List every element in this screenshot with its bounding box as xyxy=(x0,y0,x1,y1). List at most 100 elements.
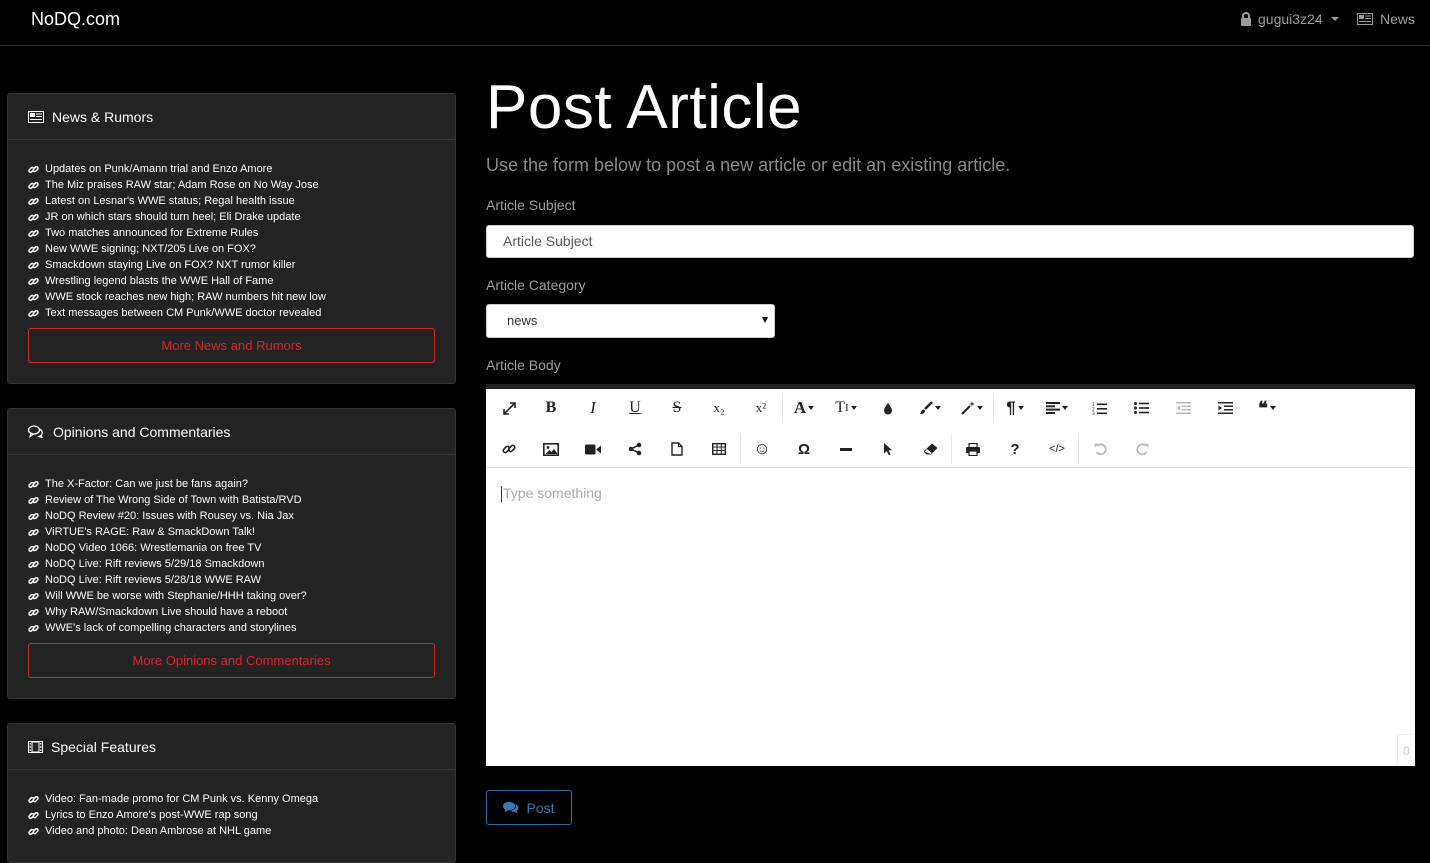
code-view-button[interactable]: </> xyxy=(1036,430,1078,468)
article-link[interactable]: NoDQ Video 1066: Wrestlemania on free TV xyxy=(45,540,261,556)
list-item[interactable]: WWE stock reaches new high; RAW numbers … xyxy=(28,289,326,305)
list-item[interactable]: Video: Fan-made promo for CM Punk vs. Ke… xyxy=(28,791,318,807)
article-category-select[interactable]: news xyxy=(486,304,775,338)
print-button[interactable] xyxy=(952,430,994,468)
fullscreen-button[interactable] xyxy=(488,389,530,427)
post-button[interactable]: Post xyxy=(486,790,572,825)
article-link[interactable]: Two matches announced for Extreme Rules xyxy=(45,225,258,241)
editor-content-area[interactable]: Type something xyxy=(501,485,602,503)
clear-formatting-button[interactable] xyxy=(909,430,951,468)
superscript-button[interactable]: x² xyxy=(740,389,782,427)
more-opinions-button[interactable]: More Opinions and Commentaries xyxy=(28,643,435,678)
list-item[interactable]: The Miz praises RAW star; Adam Rose on N… xyxy=(28,177,326,193)
list-item[interactable]: Video and photo: Dean Ambrose at NHL gam… xyxy=(28,823,318,839)
list-item[interactable]: Text messages between CM Punk/WWE doctor… xyxy=(28,305,326,321)
magic-style-button[interactable] xyxy=(951,389,993,427)
insert-image-button[interactable] xyxy=(530,430,572,468)
article-link[interactable]: NoDQ Live: Rift reviews 5/29/18 Smackdow… xyxy=(45,556,264,572)
subject-label: Article Subject xyxy=(486,197,576,213)
font-family-button[interactable]: A xyxy=(783,389,825,427)
help-button[interactable]: ? xyxy=(994,430,1036,468)
bold-button[interactable]: B xyxy=(530,389,572,427)
article-link[interactable]: Will WWE be worse with Stephanie/HHH tak… xyxy=(45,588,307,604)
article-link[interactable]: NoDQ Review #20: Issues with Rousey vs. … xyxy=(45,508,294,524)
insert-link-button[interactable] xyxy=(488,430,530,468)
user-menu[interactable]: gugui3z24 xyxy=(1240,11,1339,27)
article-link[interactable]: The Miz praises RAW star; Adam Rose on N… xyxy=(45,177,319,193)
list-item[interactable]: Two matches announced for Extreme Rules xyxy=(28,225,326,241)
strikethrough-button[interactable]: S xyxy=(656,389,698,427)
dropdown-arrow-icon xyxy=(762,317,768,323)
special-characters-button[interactable]: Ω xyxy=(783,430,825,468)
link-icon xyxy=(28,811,39,819)
article-link[interactable]: JR on which stars should turn heel; Eli … xyxy=(45,209,301,225)
font-size-button[interactable]: TI xyxy=(825,389,867,427)
article-link[interactable]: Wrestling legend blasts the WWE Hall of … xyxy=(45,273,273,289)
list-item[interactable]: Review of The Wrong Side of Town with Ba… xyxy=(28,492,307,508)
insert-file-button[interactable] xyxy=(656,430,698,468)
indent-icon xyxy=(1217,402,1233,414)
background-color-button[interactable] xyxy=(909,389,951,427)
editor-toolbar: B I U S x₂ x² A TI ¶ 1 2 3 ❝ ☺ Ω ? </> xyxy=(486,389,1415,468)
dropdown-caret-icon xyxy=(1017,406,1024,410)
emoticons-button[interactable]: ☺ xyxy=(741,430,783,468)
list-item[interactable]: NoDQ Review #20: Issues with Rousey vs. … xyxy=(28,508,307,524)
quote-button[interactable]: ❝ xyxy=(1246,389,1288,427)
insert-video-button[interactable] xyxy=(572,430,614,468)
article-link[interactable]: WWE's lack of compelling characters and … xyxy=(45,620,297,636)
unordered-list-button[interactable] xyxy=(1120,389,1162,427)
article-link[interactable]: Video and photo: Dean Ambrose at NHL gam… xyxy=(45,823,271,839)
list-item[interactable]: New WWE signing; NXT/205 Live on FOX? xyxy=(28,241,326,257)
redo-button[interactable] xyxy=(1121,430,1163,468)
embed-button[interactable] xyxy=(614,430,656,468)
undo-button[interactable] xyxy=(1079,430,1121,468)
article-link[interactable]: Latest on Lesnar's WWE status; Regal hea… xyxy=(45,193,295,209)
article-link[interactable]: Video: Fan-made promo for CM Punk vs. Ke… xyxy=(45,791,318,807)
article-link[interactable]: Review of The Wrong Side of Town with Ba… xyxy=(45,492,302,508)
outdent-button[interactable] xyxy=(1162,389,1204,427)
list-item[interactable]: JR on which stars should turn heel; Eli … xyxy=(28,209,326,225)
align-button[interactable] xyxy=(1036,389,1078,427)
list-item[interactable]: The X-Factor: Can we just be fans again? xyxy=(28,476,307,492)
italic-button[interactable]: I xyxy=(572,389,614,427)
list-ol-icon: 123 xyxy=(1092,402,1107,415)
list-item[interactable]: Wrestling legend blasts the WWE Hall of … xyxy=(28,273,326,289)
article-link[interactable]: The X-Factor: Can we just be fans again? xyxy=(45,476,248,492)
list-item[interactable]: Why RAW/Smackdown Live should have a reb… xyxy=(28,604,307,620)
indent-button[interactable] xyxy=(1204,389,1246,427)
article-link[interactable]: Text messages between CM Punk/WWE doctor… xyxy=(45,305,321,321)
underline-button[interactable]: U xyxy=(614,389,656,427)
insert-table-button[interactable] xyxy=(698,430,740,468)
list-item[interactable]: ViRTUE's RAGE: Raw & SmackDown Talk! xyxy=(28,524,307,540)
article-link[interactable]: New WWE signing; NXT/205 Live on FOX? xyxy=(45,241,256,257)
paragraph-format-button[interactable]: ¶ xyxy=(994,389,1036,427)
list-item[interactable]: NoDQ Live: Rift reviews 5/29/18 Smackdow… xyxy=(28,556,307,572)
list-item[interactable]: NoDQ Live: Rift reviews 5/28/18 WWE RAW xyxy=(28,572,307,588)
category-selected-value: news xyxy=(507,313,538,328)
caret-down-icon xyxy=(1330,17,1339,21)
brand-link[interactable]: NoDQ.com xyxy=(31,9,120,30)
list-item[interactable]: Latest on Lesnar's WWE status; Regal hea… xyxy=(28,193,326,209)
post-button-label: Post xyxy=(526,799,555,816)
article-link[interactable]: Lyrics to Enzo Amore's post-WWE rap song xyxy=(45,807,258,823)
list-item[interactable]: Will WWE be worse with Stephanie/HHH tak… xyxy=(28,588,307,604)
news-link[interactable]: News xyxy=(1357,11,1415,27)
text-color-button[interactable] xyxy=(867,389,909,427)
article-link[interactable]: WWE stock reaches new high; RAW numbers … xyxy=(45,289,326,305)
ordered-list-button[interactable]: 123 xyxy=(1078,389,1120,427)
list-item[interactable]: Smackdown staying Live on FOX? NXT rumor… xyxy=(28,257,326,273)
subscript-button[interactable]: x₂ xyxy=(698,389,740,427)
horizontal-line-button[interactable] xyxy=(825,430,867,468)
more-news-button[interactable]: More News and Rumors xyxy=(28,328,435,363)
article-link[interactable]: Why RAW/Smackdown Live should have a reb… xyxy=(45,604,287,620)
article-link[interactable]: Updates on Punk/Amann trial and Enzo Amo… xyxy=(45,161,272,177)
article-link[interactable]: NoDQ Live: Rift reviews 5/28/18 WWE RAW xyxy=(45,572,261,588)
list-item[interactable]: Updates on Punk/Amann trial and Enzo Amo… xyxy=(28,161,326,177)
list-item[interactable]: WWE's lack of compelling characters and … xyxy=(28,620,307,636)
list-item[interactable]: Lyrics to Enzo Amore's post-WWE rap song xyxy=(28,807,318,823)
article-link[interactable]: Smackdown staying Live on FOX? NXT rumor… xyxy=(45,257,295,273)
article-link[interactable]: ViRTUE's RAGE: Raw & SmackDown Talk! xyxy=(45,524,255,540)
article-subject-input[interactable]: Article Subject xyxy=(486,225,1414,258)
list-item[interactable]: NoDQ Video 1066: Wrestlemania on free TV xyxy=(28,540,307,556)
select-all-button[interactable] xyxy=(867,430,909,468)
